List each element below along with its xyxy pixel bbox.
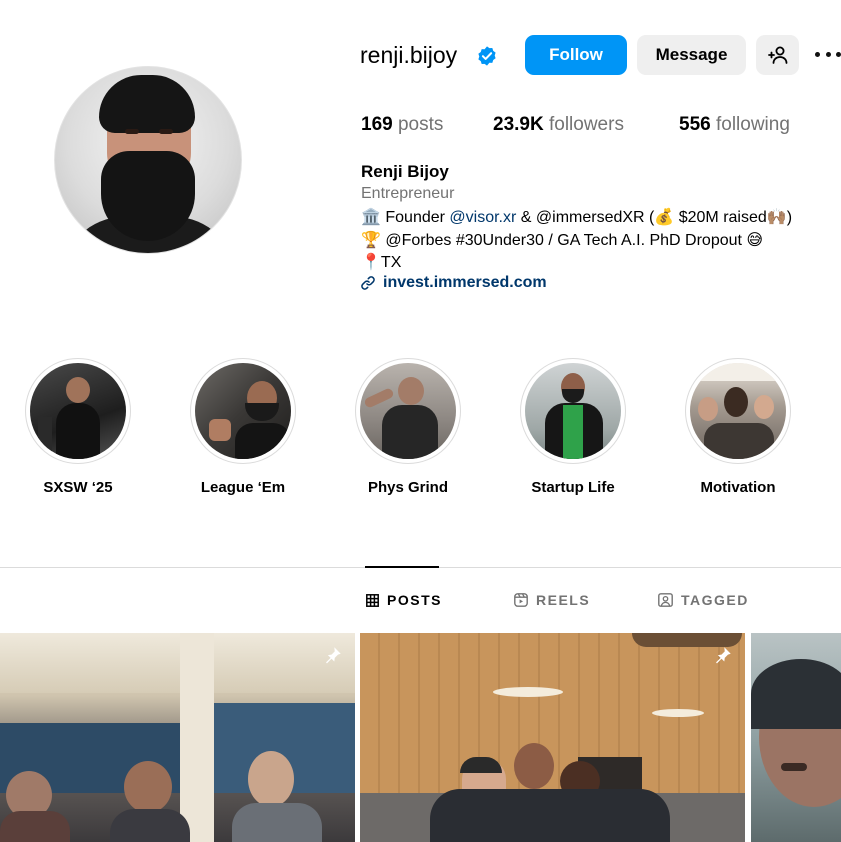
- avatar-hair: [99, 75, 195, 133]
- followers-label: followers: [548, 114, 624, 135]
- following-count: 556: [679, 114, 711, 135]
- bio-line-2: 🏆 @Forbes #30Under30 / GA Tech A.I. PhD …: [361, 232, 764, 249]
- highlight-cover: [30, 363, 126, 459]
- tab-posts-label: POSTS: [387, 592, 442, 608]
- bio-line-1: 🏛️ Founder @visor.xr & @immersedXR (💰 $2…: [361, 207, 792, 227]
- verified-badge-icon: [478, 46, 496, 66]
- post-tile[interactable]: [0, 633, 355, 842]
- highlight-label: League ‘Em: [200, 479, 286, 496]
- posts-stat: 169 posts: [361, 114, 443, 136]
- followers-count: 23.9K: [493, 114, 544, 135]
- add-user-button[interactable]: [756, 35, 799, 75]
- highlight-cover: [360, 363, 456, 459]
- link-icon: [361, 276, 375, 290]
- avatar-eye: [125, 129, 139, 134]
- external-link[interactable]: invest.immersed.com: [361, 274, 547, 292]
- posts-label: posts: [397, 114, 444, 135]
- category-label: Entrepreneur: [361, 185, 455, 202]
- follow-button[interactable]: Follow: [525, 35, 627, 75]
- highlight-sxsw[interactable]: SXSW ‘25: [25, 358, 131, 496]
- highlight-label: Startup Life: [531, 479, 615, 496]
- highlight-ring: [190, 358, 296, 464]
- following-stat[interactable]: 556 following: [679, 114, 790, 136]
- highlight-ring: [685, 358, 791, 464]
- tab-reels-label: REELS: [536, 592, 591, 608]
- highlight-startup-life[interactable]: Startup Life: [520, 358, 626, 496]
- post-tile[interactable]: [360, 633, 745, 842]
- grid-icon: [366, 593, 379, 607]
- highlight-cover: [195, 363, 291, 459]
- highlight-ring: [25, 358, 131, 464]
- highlight-ring: [355, 358, 461, 464]
- active-tab-indicator: [365, 566, 439, 568]
- avatar-eye: [159, 129, 173, 134]
- post-tile[interactable]: [751, 633, 841, 842]
- following-label: following: [715, 114, 790, 135]
- tab-tagged-label: TAGGED: [681, 592, 749, 608]
- posts-count: 169: [361, 114, 393, 135]
- external-link-text: invest.immersed.com: [383, 274, 547, 291]
- tab-reels[interactable]: REELS: [514, 592, 590, 608]
- visor-mention-link[interactable]: @visor.xr: [449, 209, 516, 226]
- tab-tagged[interactable]: TAGGED: [658, 592, 749, 608]
- full-name: Renji Bijoy: [361, 162, 449, 181]
- more-options-icon[interactable]: [815, 44, 841, 64]
- add-user-icon: [767, 46, 787, 64]
- tagged-icon: [658, 593, 673, 607]
- highlight-cover: [690, 363, 786, 459]
- highlight-label: SXSW ‘25: [43, 479, 113, 496]
- tab-posts[interactable]: POSTS: [366, 592, 442, 608]
- username: renji.bijoy: [360, 42, 458, 68]
- highlight-cover: [525, 363, 621, 459]
- bio-line-3: 📍TX: [361, 254, 402, 271]
- highlight-league-em[interactable]: League ‘Em: [190, 358, 296, 496]
- avatar-beard: [101, 151, 195, 241]
- highlight-motivation[interactable]: Motivation: [685, 358, 791, 496]
- bio-immersed-text: & @immersedXR (💰 $20M raised🙌🏽): [516, 209, 793, 226]
- reels-icon: [514, 593, 528, 607]
- highlight-ring: [520, 358, 626, 464]
- pin-icon: [716, 647, 731, 664]
- highlight-label: Phys Grind: [367, 479, 449, 496]
- highlight-phys-grind[interactable]: Phys Grind: [355, 358, 461, 496]
- bio-founder-text: 🏛️ Founder: [361, 209, 450, 226]
- profile-avatar[interactable]: [54, 66, 242, 254]
- followers-stat[interactable]: 23.9K followers: [493, 114, 624, 136]
- pin-icon: [326, 647, 341, 664]
- highlight-label: Motivation: [700, 479, 776, 496]
- message-button[interactable]: Message: [637, 35, 746, 75]
